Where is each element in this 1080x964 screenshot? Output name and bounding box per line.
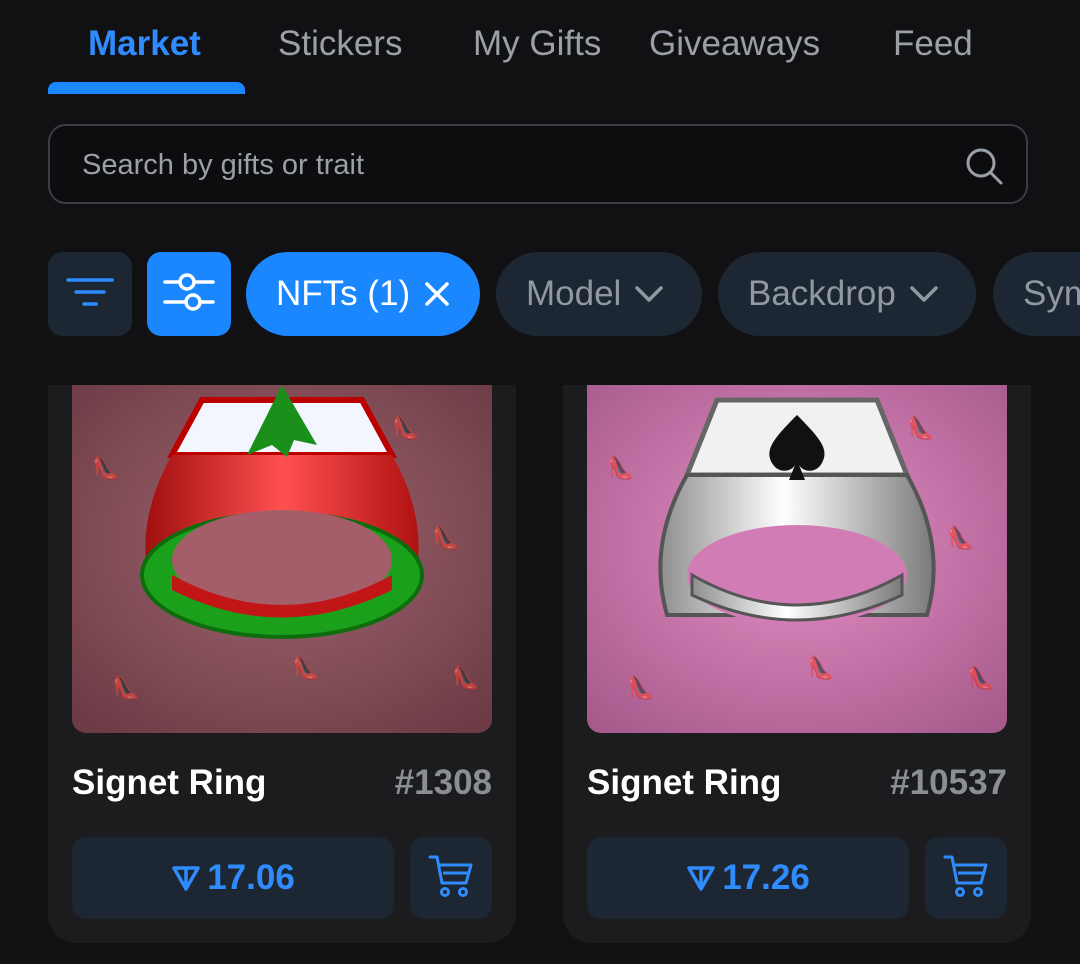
buy-price-button[interactable]: 17.06 — [72, 837, 394, 919]
ton-icon — [686, 864, 716, 892]
active-tab-indicator — [48, 82, 245, 94]
add-to-cart-button[interactable] — [410, 837, 492, 919]
tab-market[interactable]: Market — [88, 20, 201, 68]
search-input[interactable] — [80, 126, 944, 204]
svg-text:👠: 👠 — [452, 664, 479, 690]
sliders-icon — [163, 268, 215, 321]
chip-symbol[interactable]: Symbol — [993, 252, 1080, 336]
chip-nfts-label: NFTs (1) — [276, 274, 411, 313]
svg-text:👠: 👠 — [392, 414, 419, 440]
svg-text:👠: 👠 — [627, 674, 654, 700]
chip-backdrop[interactable]: Backdrop — [718, 252, 976, 336]
svg-text:👠: 👠 — [112, 674, 139, 700]
filter-row: NFTs (1) Model Backdrop Symbol — [0, 252, 1080, 338]
svg-text:👠: 👠 — [967, 664, 994, 690]
gift-image[interactable]: 👠 👠 👠 👠 👠 👠 — [587, 385, 1007, 733]
chip-backdrop-label: Backdrop — [748, 274, 896, 313]
gift-number: #1308 — [394, 763, 492, 802]
gift-card[interactable]: 👠 👠 👠 👠 👠 👠 Signet Ring #1308 17.06 — [48, 385, 516, 943]
filter-settings-button[interactable] — [147, 252, 231, 336]
search-icon[interactable] — [964, 146, 1004, 186]
svg-text:👠: 👠 — [607, 454, 634, 480]
gift-number: #10537 — [890, 763, 1007, 802]
tab-my-gifts[interactable]: My Gifts — [473, 20, 601, 68]
gift-image[interactable]: 👠 👠 👠 👠 👠 👠 — [72, 385, 492, 733]
cart-icon — [943, 853, 989, 904]
gift-name: Signet Ring — [587, 763, 782, 802]
sort-button[interactable] — [48, 252, 132, 336]
gift-card[interactable]: 👠 👠 👠 👠 👠 👠 Signet Ring #10537 17.26 — [563, 385, 1031, 943]
chip-nfts[interactable]: NFTs (1) — [246, 252, 480, 336]
chip-model[interactable]: Model — [496, 252, 702, 336]
add-to-cart-button[interactable] — [925, 837, 1007, 919]
cart-icon — [428, 853, 474, 904]
sort-icon — [66, 275, 114, 314]
search-box — [48, 124, 1028, 204]
chip-symbol-label: Symbol — [1023, 274, 1080, 313]
gift-name: Signet Ring — [72, 763, 267, 802]
close-icon[interactable] — [424, 281, 450, 307]
chip-model-label: Model — [526, 274, 622, 313]
svg-text:👠: 👠 — [907, 414, 934, 440]
tab-bar: Market Stickers My Gifts Giveaways Feed — [0, 0, 1080, 96]
svg-text:👠: 👠 — [292, 654, 319, 680]
svg-text:👠: 👠 — [947, 524, 974, 550]
chevron-down-icon — [910, 286, 938, 302]
tab-giveaways[interactable]: Giveaways — [649, 20, 820, 68]
tab-feed[interactable]: Feed — [893, 20, 973, 68]
svg-text:👠: 👠 — [92, 454, 119, 480]
ton-icon — [171, 864, 201, 892]
svg-text:👠: 👠 — [807, 654, 834, 680]
price-value: 17.26 — [722, 858, 810, 897]
buy-price-button[interactable]: 17.26 — [587, 837, 909, 919]
tab-stickers[interactable]: Stickers — [278, 20, 402, 68]
price-value: 17.06 — [207, 858, 295, 897]
chevron-down-icon — [635, 286, 664, 302]
svg-text:👠: 👠 — [432, 524, 459, 550]
